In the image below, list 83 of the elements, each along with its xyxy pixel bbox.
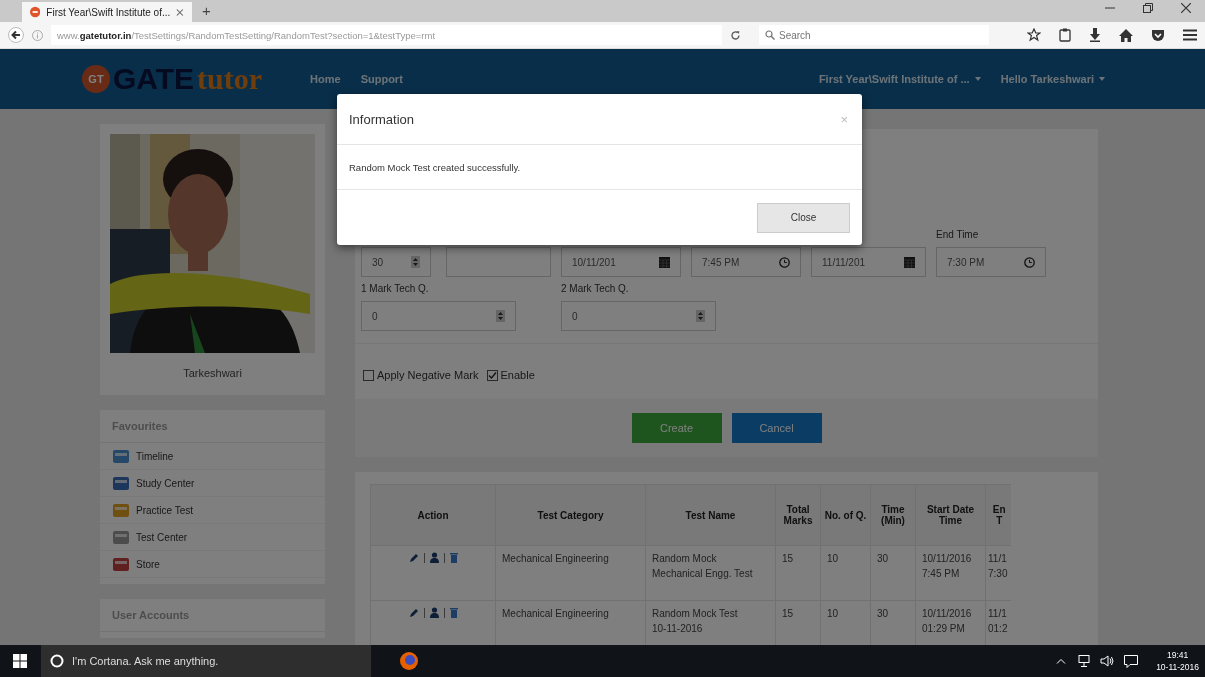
column-header: Test Category (495, 484, 646, 546)
field-label: 2 Mark Tech Q. (561, 283, 630, 296)
input-field[interactable]: 30 (361, 247, 431, 277)
column-header: Time (Min) (870, 484, 916, 546)
checkbox-label: Apply Negative Mark (377, 369, 479, 381)
column-header: Total Marks (775, 484, 821, 546)
pencil-icon[interactable] (408, 552, 419, 563)
trash-icon[interactable] (449, 552, 458, 563)
sidebar-item[interactable]: Practice Test (100, 497, 325, 524)
spinner-icon[interactable] (696, 310, 705, 322)
table-cell: Mechanical Engineering (495, 545, 646, 601)
firefox-icon[interactable] (399, 651, 419, 671)
dialog-message: Random Mock Test created successfully. (349, 161, 521, 173)
table-cell: 10 (820, 545, 871, 601)
input-field[interactable]: 11/11/201 (811, 247, 926, 277)
nav-link[interactable]: Home (310, 73, 341, 85)
cancel-button[interactable]: Cancel (731, 413, 822, 443)
address-bar[interactable]: www.gatetutor.in/TestSettings/RandomTestSetting/RandomTest?section=1&testType=rmt (50, 25, 722, 45)
clock-icon[interactable] (779, 256, 790, 268)
spinner-icon[interactable] (496, 310, 505, 322)
input-field[interactable]: 10/11/201 (561, 247, 681, 277)
pocket-icon[interactable] (1151, 28, 1165, 42)
sidebar-item[interactable]: Timeline (100, 443, 325, 470)
checkbox-label: Enable (500, 369, 535, 381)
download-icon[interactable] (1089, 28, 1101, 42)
create-button[interactable]: Create (631, 413, 722, 443)
input-field[interactable]: 0 (361, 301, 516, 331)
nav-dropdown[interactable]: Hello Tarkeshwari (1000, 73, 1105, 85)
clock-time: 19:41 (1166, 650, 1189, 660)
search-field[interactable]: Search (759, 25, 989, 45)
speaker-icon[interactable] (1100, 655, 1115, 667)
table-cell: 15 (775, 545, 821, 601)
clock-date: 10-11-2016 (1156, 662, 1199, 672)
back-icon[interactable] (8, 27, 24, 43)
dialog-title: Information (349, 111, 415, 127)
checkbox[interactable] (486, 369, 498, 381)
restore-icon[interactable] (1143, 3, 1153, 13)
table-cell: Random Mock Mechanical Engg. Test (645, 545, 776, 601)
search-icon (765, 30, 775, 40)
trash-icon[interactable] (449, 607, 458, 618)
network-icon[interactable] (1076, 655, 1091, 667)
column-header: Action (370, 484, 496, 546)
column-header: En T (985, 484, 1011, 546)
field-label: End Time (936, 229, 980, 242)
checkbox[interactable] (363, 369, 374, 381)
column-header: Start Date Time (915, 484, 986, 546)
user-icon[interactable] (429, 552, 439, 563)
nav-dropdown[interactable]: First Year\Swift Institute of ... (818, 73, 981, 85)
menu-icon[interactable] (1183, 29, 1197, 41)
close-icon[interactable] (1181, 3, 1191, 13)
input-field[interactable] (446, 247, 551, 277)
sidebar-item[interactable]: Study Center (100, 470, 325, 497)
bookmark-star-icon[interactable] (1027, 28, 1041, 42)
column-header: No. of Q. (820, 484, 871, 546)
user-name: Tarkeshwari (183, 366, 242, 381)
browser-tab[interactable]: First Year\Swift Institute of... (22, 2, 192, 22)
table-cell: 10/11/2016 7:45 PM (915, 545, 986, 601)
notification-icon[interactable] (1124, 654, 1139, 668)
windows-start-icon[interactable] (13, 654, 27, 668)
table-cell: 30 (870, 545, 916, 601)
field-label: 1 Mark Tech Q. (361, 283, 430, 296)
reload-icon[interactable] (730, 29, 741, 41)
sidebar-item[interactable]: Test Center (100, 524, 325, 551)
sidebar-item[interactable]: Store (100, 551, 325, 578)
close-tab-icon[interactable] (176, 7, 184, 17)
input-field[interactable]: 0 (561, 301, 716, 331)
new-tab-button[interactable]: + (192, 1, 221, 21)
column-header: Test Name (645, 484, 776, 546)
cortana-ring-icon (50, 654, 64, 668)
pencil-icon[interactable] (408, 607, 419, 618)
site-favicon-icon (30, 6, 41, 18)
home-icon[interactable] (1119, 28, 1133, 42)
chevron-up-icon[interactable] (1056, 658, 1067, 664)
nav-link[interactable]: Support (360, 73, 403, 85)
cortana-search-field[interactable]: I'm Cortana. Ask me anything. (41, 645, 371, 677)
spinner-icon[interactable] (411, 256, 420, 268)
input-field[interactable]: 7:45 PM (691, 247, 801, 277)
input-field[interactable]: 7:30 PM (936, 247, 1046, 277)
close-button[interactable]: × (838, 111, 850, 127)
user-icon[interactable] (429, 607, 439, 618)
clock-icon[interactable] (1024, 256, 1035, 268)
logo-badge[interactable]: GT (82, 65, 110, 93)
close-button[interactable]: Close (757, 202, 850, 233)
